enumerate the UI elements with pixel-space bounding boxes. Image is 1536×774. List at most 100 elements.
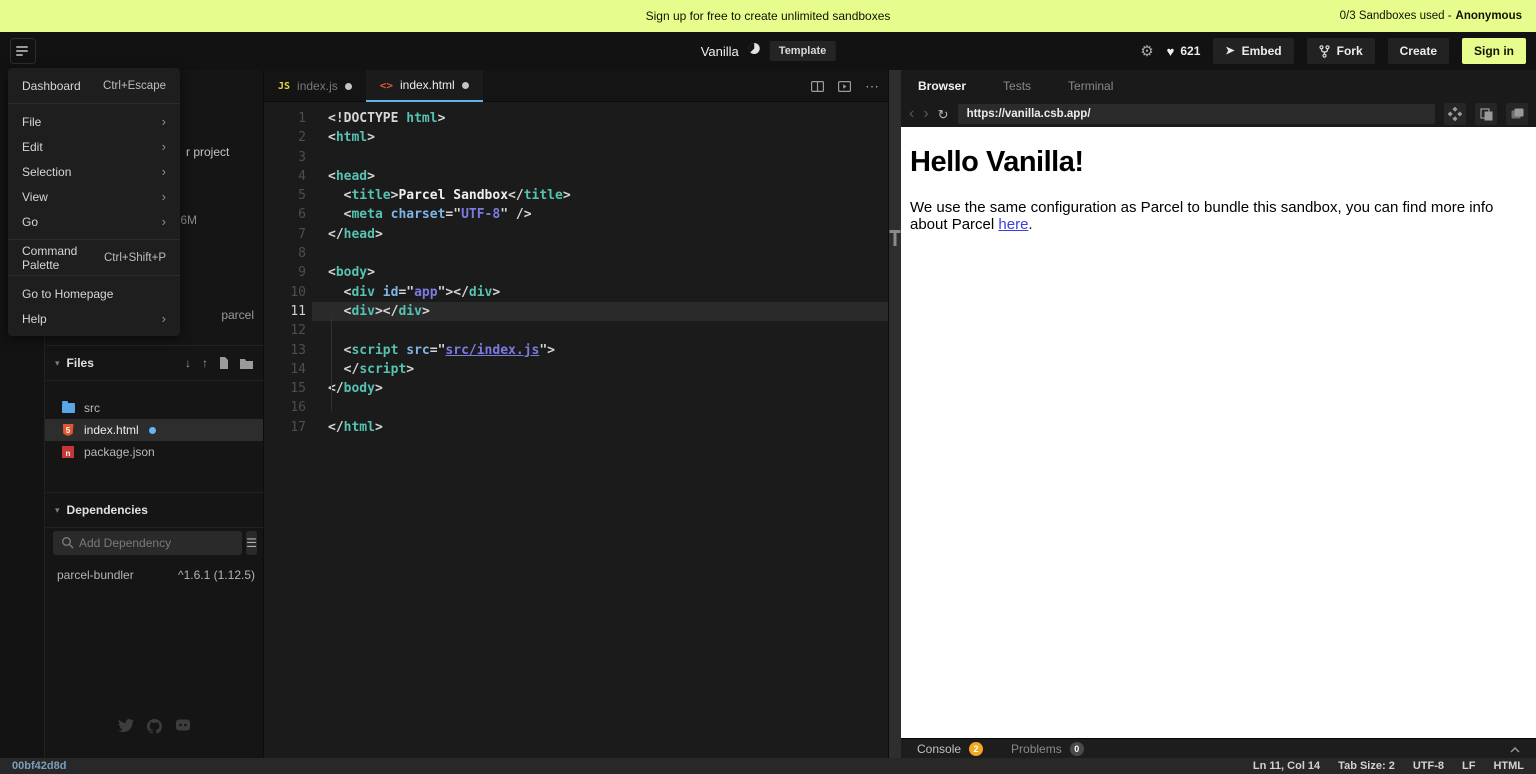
- line-number: 17: [290, 419, 306, 435]
- code-line-17[interactable]: 17 </html>: [264, 418, 888, 437]
- sandbox-title[interactable]: Vanilla: [701, 44, 739, 59]
- editor: JS index.js <> index.html ⋯ 1 <!DOCTYPE h…: [264, 70, 888, 758]
- sandbox-title-group: Vanilla Template: [701, 41, 836, 61]
- tab-tests[interactable]: Tests: [1003, 79, 1031, 93]
- code-line-16[interactable]: 16: [264, 398, 888, 417]
- browser-navbar: ‹ › ↻: [901, 101, 1536, 127]
- console-tab[interactable]: Console: [917, 742, 961, 756]
- editor-tabbar: JS index.js <> index.html ⋯: [264, 70, 888, 102]
- code-line-3[interactable]: 3: [264, 148, 888, 167]
- problems-tab[interactable]: Problems: [1011, 742, 1062, 756]
- upload-icon[interactable]: ↑: [202, 357, 208, 369]
- status-item[interactable]: Ln 11, Col 14: [1253, 760, 1320, 772]
- menu-item-edit[interactable]: Edit ›: [8, 134, 180, 159]
- line-number: 12: [290, 323, 306, 339]
- new-file-icon[interactable]: [219, 357, 229, 369]
- open-preview-icon[interactable]: [838, 80, 851, 92]
- line-number: 8: [298, 246, 306, 262]
- environment-value: parcel: [221, 308, 254, 322]
- refresh-icon[interactable]: ↻: [938, 108, 949, 121]
- console-bar: Console 2 Problems 0: [901, 738, 1536, 758]
- tab-terminal[interactable]: Terminal: [1068, 79, 1113, 93]
- code-line-2[interactable]: 2 <html>: [264, 128, 888, 147]
- file-row-src[interactable]: src: [45, 397, 263, 419]
- back-icon[interactable]: ‹: [909, 106, 914, 122]
- status-item[interactable]: UTF-8: [1413, 760, 1444, 772]
- code-line-1[interactable]: 1 <!DOCTYPE html>: [264, 109, 888, 128]
- settings-gear-icon[interactable]: ⚙: [1140, 44, 1153, 59]
- more-actions-icon[interactable]: ⋯: [865, 78, 880, 95]
- line-content: <html>: [328, 130, 375, 146]
- discord-icon[interactable]: [175, 719, 191, 731]
- menu-item-shortcut: Ctrl+Shift+P: [104, 251, 166, 264]
- menu-item-help[interactable]: Help ›: [8, 306, 180, 331]
- create-button[interactable]: Create: [1387, 38, 1449, 64]
- chevron-down-icon: ▾: [55, 504, 60, 515]
- code-line-5[interactable]: 5 <title>Parcel Sandbox</title>: [264, 186, 888, 205]
- menu-item-label: Dashboard: [22, 78, 81, 93]
- dependency-list-button[interactable]: ☰: [246, 531, 257, 555]
- code-line-4[interactable]: 4 <head>: [264, 167, 888, 186]
- page-paragraph: We use the same configuration as Parcel …: [910, 199, 1494, 233]
- menu-button[interactable]: [10, 38, 36, 64]
- here-link[interactable]: here: [998, 216, 1028, 233]
- url-input[interactable]: [957, 104, 1435, 124]
- forward-icon[interactable]: ›: [923, 106, 928, 122]
- status-item[interactable]: Tab Size: 2: [1338, 760, 1395, 772]
- tab-index-js[interactable]: JS index.js: [264, 70, 366, 102]
- expand-console-icon[interactable]: [1510, 742, 1520, 756]
- code-line-8[interactable]: 8: [264, 244, 888, 263]
- signup-banner: Sign up for free to create unlimited san…: [0, 0, 1536, 32]
- files-section-header[interactable]: ▾ Files ↓ ↑: [45, 345, 263, 381]
- fork-button[interactable]: Fork: [1306, 38, 1375, 64]
- code-line-14[interactable]: 14 </script>: [264, 360, 888, 379]
- menu-item-view[interactable]: View ›: [8, 184, 180, 209]
- code-line-10[interactable]: 10 <div id="app"></div>: [264, 283, 888, 302]
- split-editor-icon[interactable]: [811, 80, 824, 92]
- twitter-icon[interactable]: [117, 719, 134, 733]
- code-line-6[interactable]: 6 <meta charset="UTF-8" />: [264, 205, 888, 224]
- tab-browser[interactable]: Browser: [918, 79, 966, 93]
- globe-icon: [748, 42, 761, 60]
- file-row-index-html[interactable]: 5 index.html: [45, 419, 263, 441]
- responsive-mode-icon[interactable]: [1444, 103, 1466, 125]
- menu-item-selection[interactable]: Selection ›: [8, 159, 180, 184]
- code-line-13[interactable]: 13 <script src="src/index.js">: [264, 341, 888, 360]
- dependency-row[interactable]: parcel-bundler ^1.6.1 (1.12.5): [45, 568, 263, 582]
- sign-in-button[interactable]: Sign in: [1462, 38, 1526, 64]
- app-header: Vanilla Template ⚙ ♥ 621 ➤ Embed Fork Cr…: [0, 32, 1536, 70]
- like-count[interactable]: ♥ 621: [1167, 44, 1201, 58]
- menu-divider: [8, 103, 180, 104]
- menu-item-label: View: [22, 189, 48, 204]
- resizer-grip[interactable]: [889, 230, 901, 247]
- code-line-15[interactable]: 15 </body>: [264, 379, 888, 398]
- status-item[interactable]: LF: [1462, 760, 1475, 772]
- file-row-package-json[interactable]: n package.json: [45, 441, 263, 463]
- menu-item-label: Edit: [22, 139, 43, 154]
- menu-item-command-palette[interactable]: Command Palette Ctrl+Shift+P: [8, 244, 180, 272]
- template-badge[interactable]: Template: [769, 41, 836, 61]
- tab-index-html[interactable]: <> index.html: [365, 70, 483, 102]
- code-line-11[interactable]: 11 <div></div>: [264, 301, 888, 322]
- html-file-icon: 5: [61, 424, 75, 436]
- menu-item-go[interactable]: Go ›: [8, 209, 180, 234]
- copy-url-icon[interactable]: [1475, 103, 1497, 125]
- download-sandbox-icon[interactable]: ↓: [185, 357, 191, 369]
- github-icon[interactable]: [146, 719, 162, 734]
- code-line-9[interactable]: 9 <body>: [264, 263, 888, 282]
- menu-item-dashboard[interactable]: Dashboard Ctrl+Escape: [8, 73, 180, 98]
- new-folder-icon[interactable]: [240, 358, 253, 369]
- dependencies-section-header[interactable]: ▾ Dependencies: [45, 492, 263, 528]
- open-new-window-icon[interactable]: [1506, 103, 1528, 125]
- code-line-12[interactable]: 12: [264, 321, 888, 340]
- code-area[interactable]: 1 <!DOCTYPE html> 2 <html> 3 4 <head> 5 <title>…: [264, 102, 888, 437]
- embed-button[interactable]: ➤ Embed: [1213, 38, 1294, 64]
- menu-item-go-to-homepage[interactable]: Go to Homepage: [8, 281, 180, 306]
- status-item[interactable]: HTML: [1493, 760, 1524, 772]
- menu-item-file[interactable]: File ›: [8, 109, 180, 134]
- line-number: 4: [298, 168, 306, 184]
- add-dependency-input[interactable]: [53, 531, 242, 555]
- code-line-7[interactable]: 7 </head>: [264, 225, 888, 244]
- line-number: 14: [290, 361, 306, 377]
- panel-resizer[interactable]: [888, 70, 901, 758]
